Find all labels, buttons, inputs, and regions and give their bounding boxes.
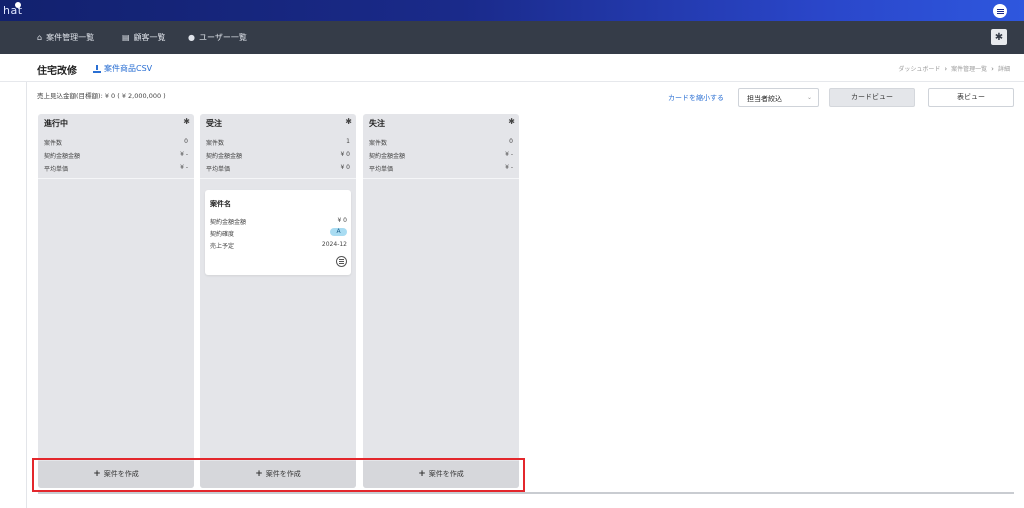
stat-count: 案件数 0 <box>44 138 188 147</box>
csv-download-link[interactable]: 案件商品CSV <box>93 63 152 74</box>
gear-icon[interactable]: ✱ <box>183 117 190 126</box>
stat-avg-price: 平均単価 ¥ - <box>44 164 188 173</box>
gear-icon[interactable]: ✱ <box>508 117 515 126</box>
card-certainty: 契約確度 A <box>210 228 347 238</box>
stat-contract-amount: 契約金額金額 ¥ 0 <box>206 151 350 160</box>
column-won: 受注 ✱ 案件数 1 契約金額金額 ¥ 0 平均単価 ¥ 0 案件名 契約金額金額 ¥ … <box>200 114 356 488</box>
nav-item-customers[interactable]: ▤ 顧客一覧 <box>122 32 166 43</box>
nav-item-label: 顧客一覧 <box>133 33 166 42</box>
breadcrumb-dashboard[interactable]: ダッシュボード <box>898 64 940 73</box>
shrink-cards-link[interactable]: カードを縮小する <box>668 93 724 103</box>
top-bar: hat <box>0 0 1024 21</box>
column-divider <box>38 178 194 179</box>
column-in-progress: 進行中 ✱ 案件数 0 契約金額金額 ¥ - 平均単価 ¥ - + 案件を作成 <box>38 114 194 488</box>
gear-icon[interactable]: ✱ <box>345 117 352 126</box>
stat-label: 平均単価 <box>369 166 394 173</box>
stat-contract-amount: 契約金額金額 ¥ - <box>44 151 188 160</box>
user-icon: ● <box>188 33 195 42</box>
assignee-filter-select[interactable]: 担当者絞込 ⌄ <box>738 88 819 107</box>
building-icon: ▤ <box>122 33 130 42</box>
user-menu-button[interactable] <box>993 4 1007 18</box>
card-row-value: ¥ 0 <box>337 217 347 224</box>
assignee-filter-value: 担当者絞込 <box>747 95 782 103</box>
card-row-label: 売上予定 <box>210 243 235 250</box>
breadcrumb-detail: 詳細 <box>997 66 1010 73</box>
page-header: 住宅改修 案件商品CSV ダッシュボード › 案件管理一覧 › 詳細 <box>0 54 1024 82</box>
stat-label: 平均単価 <box>44 166 69 173</box>
nav-item-projects[interactable]: ⌂ 案件管理一覧 <box>37 32 94 43</box>
stat-value: ¥ 0 <box>340 164 350 171</box>
sales-summary: 売上見込金額(目標額): ¥ 0 ( ¥ 2,000,000 ) <box>37 92 166 100</box>
stat-value: ¥ - <box>505 164 513 171</box>
download-icon <box>93 64 101 73</box>
column-title: 受注 <box>206 119 222 128</box>
nav-item-users[interactable]: ● ユーザー一覧 <box>188 32 247 43</box>
horizontal-scrollbar[interactable] <box>38 492 1014 494</box>
stat-value: 1 <box>346 138 350 145</box>
project-card[interactable]: 案件名 契約金額金額 ¥ 0 契約確度 A 売上予定 2024-12 <box>205 190 351 275</box>
column-divider <box>200 178 356 179</box>
table-view-button[interactable]: 表ビュー <box>928 88 1014 107</box>
column-title: 失注 <box>369 119 385 128</box>
stat-label: 案件数 <box>44 140 63 147</box>
stat-value: ¥ 0 <box>340 151 350 158</box>
stat-label: 契約金額金額 <box>369 153 406 160</box>
card-row-value: 2024-12 <box>321 241 347 248</box>
stat-avg-price: 平均単価 ¥ - <box>369 164 513 173</box>
column-lost: 失注 ✱ 案件数 0 契約金額金額 ¥ - 平均単価 ¥ - + 案件を作成 <box>363 114 519 488</box>
stat-value: ¥ - <box>180 164 188 171</box>
home-icon: ⌂ <box>37 33 43 42</box>
card-contract-amount: 契約金額金額 ¥ 0 <box>210 217 347 226</box>
stat-label: 平均単価 <box>206 166 231 173</box>
stat-value: 0 <box>509 138 513 145</box>
stat-label: 案件数 <box>206 140 225 147</box>
page-title: 住宅改修 <box>37 66 77 77</box>
left-rail-divider <box>26 82 27 508</box>
stat-value: ¥ - <box>505 151 513 158</box>
gear-icon: ✱ <box>994 31 1004 43</box>
card-row-label: 契約金額金額 <box>210 219 247 226</box>
card-title: 案件名 <box>210 200 231 208</box>
stat-label: 案件数 <box>369 140 388 147</box>
stat-label: 契約金額金額 <box>44 153 81 160</box>
logo-mark-icon <box>15 2 21 8</box>
stat-value: 0 <box>184 138 188 145</box>
stat-count: 案件数 0 <box>369 138 513 147</box>
chevron-right-icon: › <box>991 64 994 73</box>
main-nav: ⌂ 案件管理一覧 ▤ 顧客一覧 ● ユーザー一覧 ✱ <box>0 21 1024 54</box>
csv-link-label: 案件商品CSV <box>104 64 153 73</box>
stat-value: ¥ - <box>180 151 188 158</box>
card-row-label: 契約確度 <box>210 231 235 238</box>
stat-count: 案件数 1 <box>206 138 350 147</box>
certainty-badge: A <box>330 228 347 236</box>
menu-icon <box>996 10 1004 12</box>
highlight-box <box>32 458 525 492</box>
chevron-right-icon: › <box>944 64 948 73</box>
card-view-button[interactable]: カードビュー <box>829 88 915 107</box>
stat-avg-price: 平均単価 ¥ 0 <box>206 164 350 173</box>
column-title: 進行中 <box>44 119 68 128</box>
nav-item-label: 案件管理一覧 <box>46 33 95 42</box>
stat-label: 契約金額金額 <box>206 153 243 160</box>
column-divider <box>363 178 519 179</box>
card-menu-button[interactable] <box>336 256 347 267</box>
settings-button[interactable]: ✱ <box>991 29 1007 45</box>
menu-icon <box>339 261 344 262</box>
chevron-down-icon: ⌄ <box>806 94 812 101</box>
card-sales-plan: 売上予定 2024-12 <box>210 241 347 250</box>
breadcrumb: ダッシュボード › 案件管理一覧 › 詳細 <box>898 64 1010 74</box>
breadcrumb-projects[interactable]: 案件管理一覧 <box>951 64 987 73</box>
nav-item-label: ユーザー一覧 <box>198 33 247 42</box>
stat-contract-amount: 契約金額金額 ¥ - <box>369 151 513 160</box>
